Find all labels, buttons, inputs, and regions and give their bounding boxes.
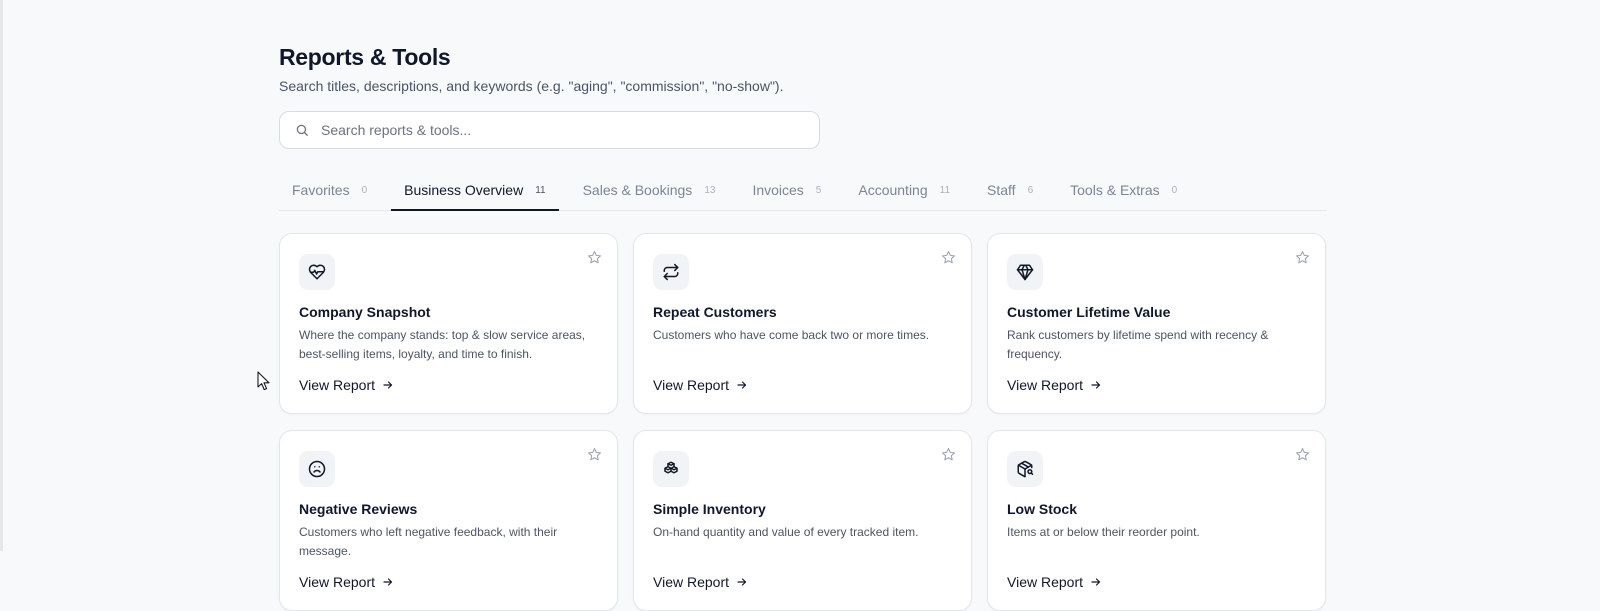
link-label: View Report <box>1007 377 1084 393</box>
view-report-link[interactable]: View Report <box>653 377 748 393</box>
package-search-icon <box>1007 451 1043 487</box>
view-report-link[interactable]: View Report <box>299 574 394 590</box>
card-title: Company Snapshot <box>299 304 431 320</box>
arrow-right-icon <box>1090 576 1102 588</box>
arrow-right-icon <box>736 379 748 391</box>
tab-label: Business Overview <box>404 182 524 198</box>
arrow-right-icon <box>382 379 394 391</box>
card-title: Repeat Customers <box>653 304 777 320</box>
arrow-right-icon <box>1090 379 1102 391</box>
search-icon <box>294 122 310 138</box>
report-card-grid: Company Snapshot Where the company stand… <box>279 233 1327 611</box>
repeat-icon <box>653 254 689 290</box>
tab-count: 5 <box>815 184 822 196</box>
link-label: View Report <box>653 574 730 590</box>
report-card-company-snapshot[interactable]: Company Snapshot Where the company stand… <box>279 233 618 414</box>
tab-label: Accounting <box>858 182 928 198</box>
favorite-star-icon[interactable] <box>939 445 957 463</box>
tab-count: 0 <box>361 184 368 196</box>
link-label: View Report <box>299 377 376 393</box>
boxes-icon <box>653 451 689 487</box>
report-card-low-stock[interactable]: Low Stock Items at or below their reorde… <box>987 430 1326 611</box>
page-title: Reports & Tools <box>279 44 451 70</box>
view-report-link[interactable]: View Report <box>1007 377 1102 393</box>
favorite-star-icon[interactable] <box>585 248 603 266</box>
tab-label: Invoices <box>752 182 804 198</box>
tab-label: Favorites <box>292 182 350 198</box>
card-title: Negative Reviews <box>299 501 418 517</box>
card-title: Simple Inventory <box>653 501 766 517</box>
card-description: On-hand quantity and value of every trac… <box>653 525 919 539</box>
link-label: View Report <box>653 377 730 393</box>
arrow-right-icon <box>382 576 394 588</box>
tab-count: 13 <box>704 184 716 196</box>
mouse-cursor-icon <box>257 371 270 391</box>
tab-tools-extras[interactable]: Tools & Extras 0 <box>1057 170 1190 210</box>
tab-count: 0 <box>1171 184 1178 196</box>
tab-sales-bookings[interactable]: Sales & Bookings 13 <box>570 170 729 210</box>
category-tabs: Favorites 0 Business Overview 11 Sales & B… <box>279 170 1327 211</box>
link-label: View Report <box>1007 574 1084 590</box>
arrow-right-icon <box>736 576 748 588</box>
tab-invoices[interactable]: Invoices 5 <box>739 170 834 210</box>
card-title: Customer Lifetime Value <box>1007 304 1171 320</box>
tab-count: 11 <box>939 184 951 196</box>
card-description: Customers who have come back two or more… <box>653 328 930 342</box>
report-card-customer-lifetime-value[interactable]: Customer Lifetime Value Rank customers b… <box>987 233 1326 414</box>
favorite-star-icon[interactable] <box>939 248 957 266</box>
report-card-negative-reviews[interactable]: Negative Reviews Customers who left nega… <box>279 430 618 611</box>
page-subtitle: Search titles, descriptions, and keyword… <box>279 78 784 94</box>
window-left-edge <box>0 0 3 551</box>
tab-label: Sales & Bookings <box>582 182 693 198</box>
gem-icon <box>1007 254 1043 290</box>
tab-label: Tools & Extras <box>1070 182 1160 198</box>
favorite-star-icon[interactable] <box>585 445 603 463</box>
view-report-link[interactable]: View Report <box>653 574 748 590</box>
heart-pulse-icon <box>299 254 335 290</box>
search-box[interactable] <box>279 111 820 149</box>
report-card-repeat-customers[interactable]: Repeat Customers Customers who have come… <box>633 233 972 414</box>
tab-accounting[interactable]: Accounting 11 <box>845 170 963 210</box>
tab-favorites[interactable]: Favorites 0 <box>279 170 380 210</box>
favorite-star-icon[interactable] <box>1293 248 1311 266</box>
tab-label: Staff <box>987 182 1016 198</box>
frown-icon <box>299 451 335 487</box>
tab-business-overview[interactable]: Business Overview 11 <box>391 170 560 211</box>
view-report-link[interactable]: View Report <box>299 377 394 393</box>
link-label: View Report <box>299 574 376 590</box>
favorite-star-icon[interactable] <box>1293 445 1311 463</box>
card-description: Rank customers by lifetime spend with re… <box>1007 328 1269 361</box>
card-description: Customers who left negative feedback, wi… <box>299 525 558 558</box>
card-description: Where the company stands: top & slow ser… <box>299 328 586 361</box>
search-input[interactable] <box>319 121 819 139</box>
card-title: Low Stock <box>1007 501 1078 517</box>
card-description: Items at or below their reorder point. <box>1007 525 1200 539</box>
report-card-simple-inventory[interactable]: Simple Inventory On-hand quantity and va… <box>633 430 972 611</box>
view-report-link[interactable]: View Report <box>1007 574 1102 590</box>
tab-count: 11 <box>535 184 546 196</box>
tab-staff[interactable]: Staff 6 <box>974 170 1046 210</box>
tab-count: 6 <box>1027 184 1034 196</box>
